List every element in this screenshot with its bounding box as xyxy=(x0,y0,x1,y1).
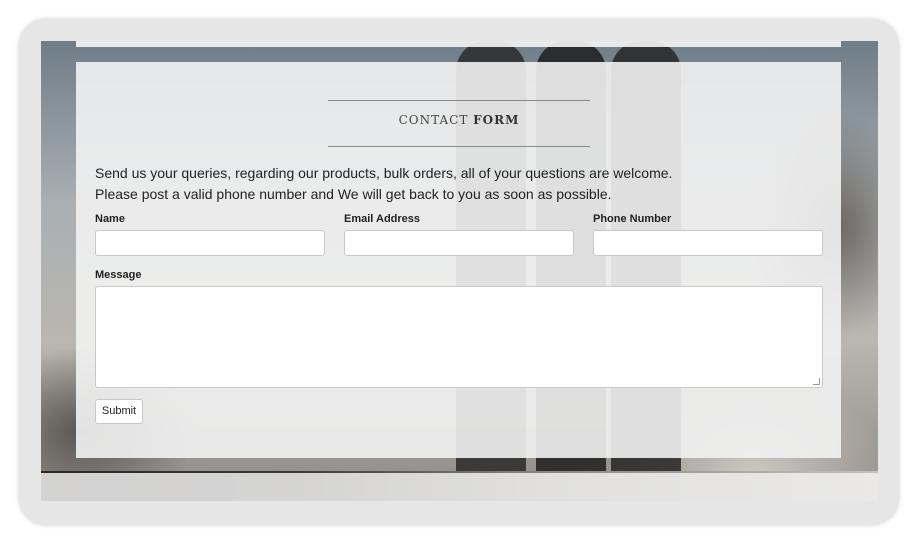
email-input[interactable] xyxy=(344,230,574,256)
intro-line-1: Send us your queries, regarding our prod… xyxy=(95,165,673,181)
title-bold: FORM xyxy=(473,113,520,127)
submit-button[interactable]: Submit xyxy=(95,399,143,424)
contact-form-title: CONTACT FORM xyxy=(328,113,590,127)
top-panel-edge xyxy=(76,41,841,47)
email-label: Email Address xyxy=(344,213,421,225)
lower-fade-overlay xyxy=(41,473,878,501)
phone-label: Phone Number xyxy=(593,213,672,225)
resize-grip-icon[interactable] xyxy=(813,378,820,385)
name-label: Name xyxy=(95,213,125,225)
intro-line-2: Please post a valid phone number and We … xyxy=(95,186,612,202)
title-rule-bottom xyxy=(328,146,590,147)
title-light: CONTACT xyxy=(398,113,469,127)
message-textarea[interactable] xyxy=(95,286,823,388)
title-rule-top xyxy=(328,100,590,101)
phone-input[interactable] xyxy=(593,230,823,256)
message-label: Message xyxy=(95,269,142,281)
name-input[interactable] xyxy=(95,230,325,256)
